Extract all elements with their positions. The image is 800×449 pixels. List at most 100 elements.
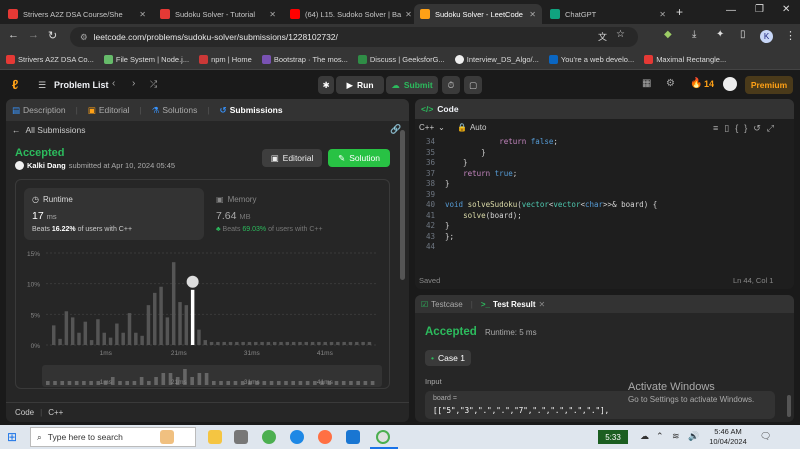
bookmark-item[interactable]: Maximal Rectangle... xyxy=(644,55,726,64)
code-lines[interactable]: 34 return false; 35 } 36 } 37 return true; 3… xyxy=(415,137,794,251)
timer-icon[interactable]: ⏱ xyxy=(442,76,460,94)
browser-tab[interactable]: Strivers A2Z DSA Course/She ✕ xyxy=(2,4,152,24)
notifications-icon[interactable]: 🗨 xyxy=(760,431,771,442)
clock[interactable]: 5:46 AM 10/04/2024 xyxy=(708,427,748,447)
code-text: solve(board); xyxy=(463,210,522,220)
volume-icon[interactable]: 🔊 xyxy=(688,431,699,442)
language-select[interactable]: C++ ⌄ xyxy=(419,123,445,132)
prev-problem-icon[interactable]: ‹ xyxy=(112,78,115,89)
minimize-icon[interactable]: — xyxy=(726,5,736,16)
edge-icon[interactable] xyxy=(290,430,304,444)
submit-button[interactable]: ☁ Submit xyxy=(386,76,438,94)
runtime-card[interactable]: ◷ Runtime 17 ms Beats 16.22% of users wit… xyxy=(24,188,204,240)
close-icon[interactable]: ✕ xyxy=(135,10,146,19)
tab-solutions[interactable]: ⚗ Solutions xyxy=(152,105,198,116)
overview-bar xyxy=(154,377,158,385)
tab-testcase[interactable]: ☑ Testcase xyxy=(421,300,463,309)
browser-tab[interactable]: ChatGPT ✕ xyxy=(544,4,672,24)
window-close-icon[interactable]: ✕ xyxy=(782,4,790,15)
browser-tab[interactable]: (64) L15. Sudoko Solver | Ba ✕ xyxy=(284,4,412,24)
test-panel-scrollbar[interactable] xyxy=(787,395,791,417)
all-submissions-link[interactable]: ← All Submissions xyxy=(12,125,86,135)
overview-tick-label: 41ms xyxy=(317,379,334,386)
firefox-icon[interactable] xyxy=(318,430,332,444)
layout-icon[interactable]: ▦ xyxy=(642,78,651,89)
runtime-distribution-chart[interactable]: 15% 10% 5% 0% 1ms 21ms 31ms 41ms 1ms 21ms 31ms 41ms xyxy=(6,247,406,392)
premium-button[interactable]: Premium xyxy=(745,76,793,94)
bookmark-item[interactable]: File System | Node.j... xyxy=(103,55,189,64)
tray-chevron-icon[interactable]: ⌃ xyxy=(656,431,664,442)
chrome-icon[interactable] xyxy=(262,430,276,444)
wifi-icon[interactable]: ≋ xyxy=(672,431,680,442)
browser-tab[interactable]: Sudoku Solver - Tutorial ✕ xyxy=(154,4,282,24)
browser-tab-active[interactable]: Sudoku Solver - LeetCode ✕ xyxy=(414,4,542,24)
auto-mode-toggle[interactable]: 🔒 Auto xyxy=(457,123,486,132)
network-icon[interactable]: ☁ xyxy=(640,431,649,442)
chart-bar xyxy=(52,325,56,345)
close-icon[interactable]: ✕ xyxy=(655,10,666,19)
profile-avatar[interactable]: K xyxy=(760,30,773,43)
bookmark-item[interactable]: Interview_DS_Algo/... xyxy=(454,55,539,64)
tab-submissions[interactable]: ↺ Submissions xyxy=(220,105,283,116)
solution-button[interactable]: ✎ Solution xyxy=(328,149,390,167)
translate-icon[interactable]: 文 xyxy=(598,30,607,43)
extension-icon[interactable]: ◆ xyxy=(664,29,672,40)
left-scrollbar[interactable] xyxy=(400,130,405,280)
extensions-puzzle-icon[interactable]: ✦ xyxy=(716,29,724,40)
site-info-icon[interactable]: ⚙ xyxy=(80,32,88,43)
shuffle-icon[interactable]: ⤮ xyxy=(150,79,157,90)
tab-test-result[interactable]: >_ Test Result ✕ xyxy=(481,300,545,309)
bookmark-item[interactable]: Bootstrap · The mos... xyxy=(261,55,348,64)
close-icon[interactable]: ✕ xyxy=(525,10,536,19)
leetcode-logo-icon[interactable]: ℓ xyxy=(12,77,24,92)
problem-list-link[interactable]: Problem List xyxy=(54,80,109,90)
chrome-active-icon[interactable] xyxy=(376,430,390,444)
chart-bar xyxy=(134,332,138,345)
chart-bar xyxy=(178,302,182,345)
case-1-tab[interactable]: • Case 1 xyxy=(425,350,471,366)
battery-badge[interactable]: 5:33 xyxy=(598,430,628,444)
vscode-icon[interactable] xyxy=(346,430,360,444)
notes-icon[interactable]: ▢ xyxy=(464,76,482,94)
url-input[interactable]: ⚙ leetcode.com/problems/sudoku-solver/su… xyxy=(70,27,638,47)
bookmark-item[interactable]: npm | Home xyxy=(199,55,252,64)
camera-app-icon[interactable] xyxy=(234,430,248,444)
next-problem-icon[interactable]: › xyxy=(132,78,135,89)
memory-card[interactable]: ▣ Memory 7.64 MB ♣ Beats 69.03% of users … xyxy=(216,188,381,240)
windows-start-icon[interactable]: ⊞ xyxy=(7,430,17,444)
editorial-icon: ▣ xyxy=(270,152,279,163)
debug-icon[interactable]: ✱ xyxy=(318,76,334,94)
overview-bar xyxy=(284,381,288,385)
settings-gear-icon[interactable]: ⚙ xyxy=(666,78,675,89)
close-icon[interactable]: ✕ xyxy=(538,300,545,309)
line-number: 40 xyxy=(425,200,435,209)
checkbox-icon: ☑ xyxy=(421,299,429,309)
streak-count[interactable]: 14 xyxy=(704,79,714,89)
menu-kebab-icon[interactable]: ⋮ xyxy=(785,29,796,42)
bookmark-item[interactable]: Strivers A2Z DSA Co... xyxy=(6,55,94,64)
editorial-button[interactable]: ▣ Editorial xyxy=(262,149,322,167)
author-name[interactable]: Kalki Dang xyxy=(27,161,66,170)
tab-description[interactable]: ▤ Description xyxy=(12,105,66,116)
line-number: 35 xyxy=(425,147,435,157)
restore-icon[interactable]: ❐ xyxy=(755,4,764,15)
tab-editorial[interactable]: ▣ Editorial xyxy=(88,105,130,116)
chart-bar xyxy=(165,317,170,345)
close-icon[interactable]: ✕ xyxy=(401,10,412,19)
back-icon[interactable]: ← xyxy=(8,29,19,41)
chatgpt-favicon-icon xyxy=(550,9,560,19)
bookmark-star-icon[interactable]: ☆ xyxy=(616,29,625,40)
close-icon[interactable]: ✕ xyxy=(265,10,276,19)
forward-icon[interactable]: → xyxy=(28,29,39,41)
download-icon[interactable]: ⤓ xyxy=(692,29,696,40)
editor-toolbar-icons[interactable]: ≡▯{}↺⤢ xyxy=(713,123,780,134)
file-explorer-icon[interactable] xyxy=(208,430,222,444)
code-brackets-icon: </> xyxy=(421,104,434,114)
reload-icon[interactable]: ↻ xyxy=(48,29,57,42)
new-tab-icon[interactable]: + xyxy=(676,5,683,19)
user-avatar[interactable] xyxy=(723,77,737,91)
sidebar-icon[interactable]: ▯ xyxy=(740,29,746,40)
bookmark-item[interactable]: Discuss | GeeksforG... xyxy=(357,55,445,64)
bookmark-item[interactable]: You're a web develo... xyxy=(548,55,634,64)
run-button[interactable]: ▶ Run xyxy=(336,76,384,94)
